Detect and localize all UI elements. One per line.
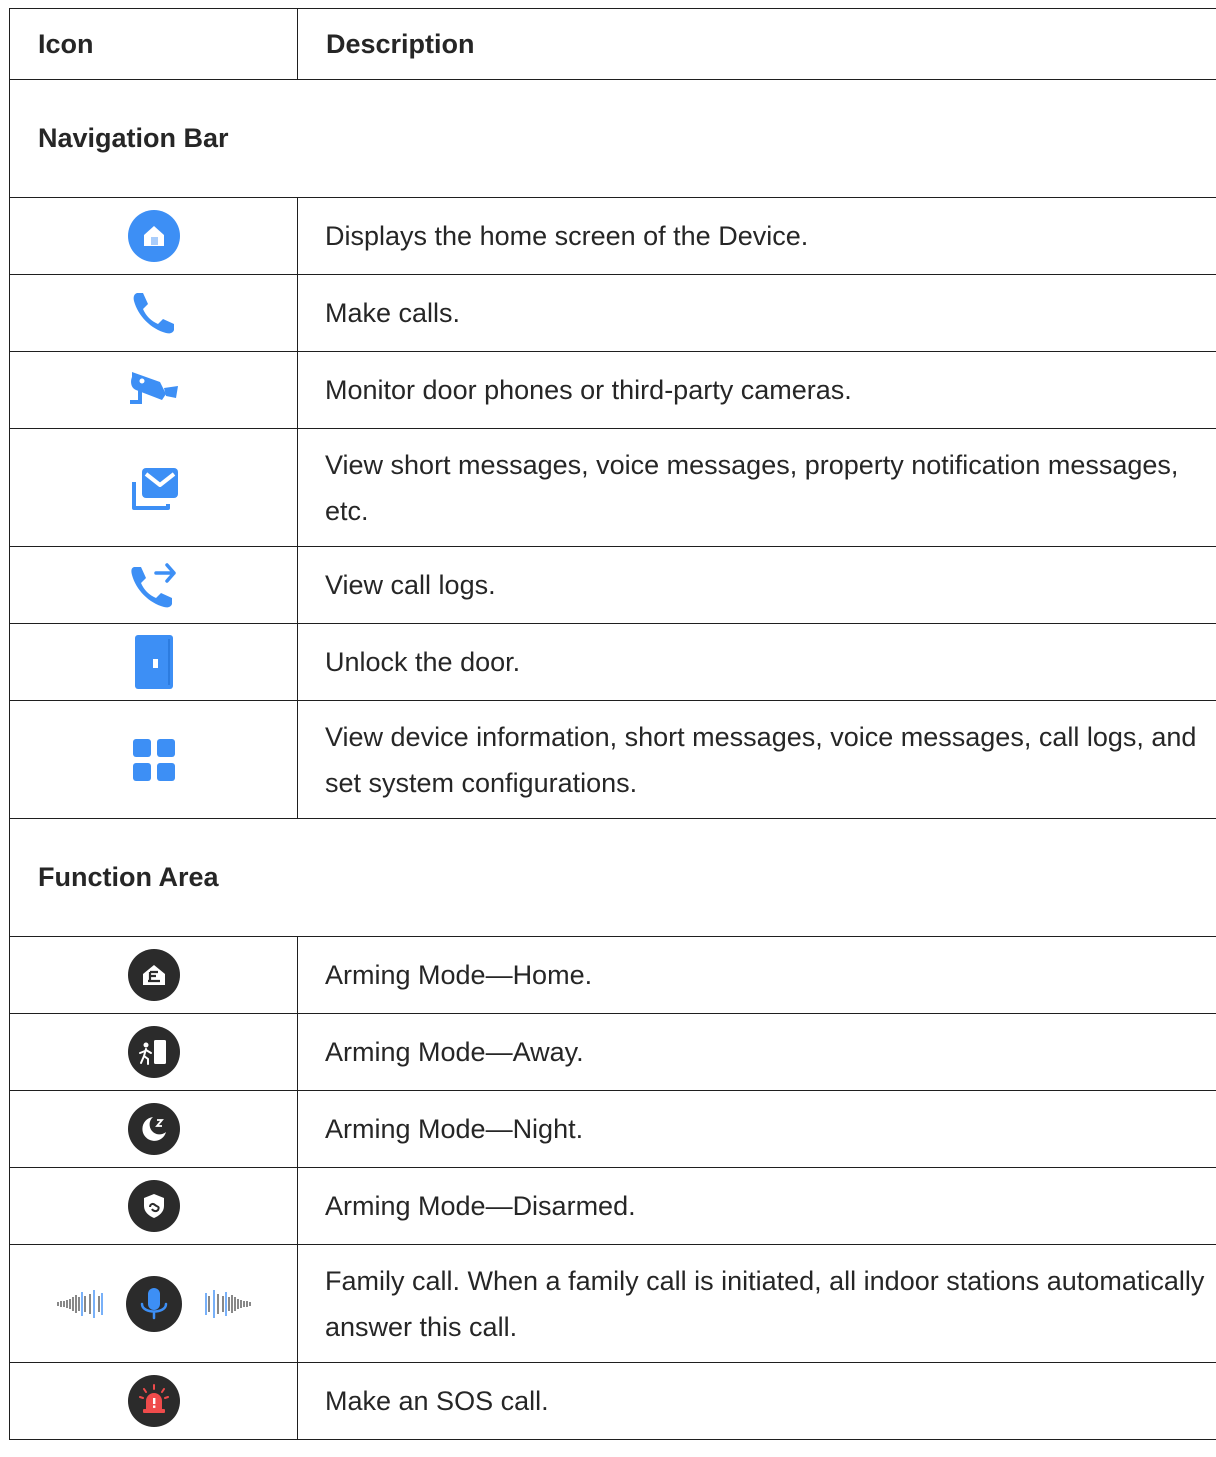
arming-home-icon: [126, 947, 182, 1003]
row-description: Monitor door phones or third-party camer…: [297, 351, 1216, 429]
table-row: View short messages, voice messages, pro…: [9, 428, 1216, 547]
table-row: View device information, short messages,…: [9, 700, 1216, 819]
table-row: Make an SOS call.: [9, 1362, 1216, 1440]
table-row: Arming Mode—Disarmed.: [9, 1167, 1216, 1245]
phone-call-icon: [129, 288, 179, 338]
table-row: Family call. When a family call is initi…: [9, 1244, 1216, 1363]
home-icon: [126, 208, 182, 264]
message-envelope-icon: [126, 462, 182, 514]
row-description: Arming Mode—Disarmed.: [297, 1167, 1216, 1245]
row-description: View short messages, voice messages, pro…: [297, 428, 1216, 547]
door-unlock-icon: [131, 633, 177, 691]
section-title: Navigation Bar: [9, 79, 1216, 198]
table-row: Arming Mode—Away.: [9, 1013, 1216, 1091]
row-description: Arming Mode—Home.: [297, 936, 1216, 1014]
table-row: Make calls.: [9, 274, 1216, 352]
table-row: Unlock the door.: [9, 623, 1216, 701]
arming-disarmed-icon: [126, 1178, 182, 1234]
table-row: Arming Mode—Home.: [9, 936, 1216, 1014]
table-header-row: Icon Description: [9, 8, 1216, 80]
row-description: Family call. When a family call is initi…: [297, 1244, 1216, 1363]
table-row: Displays the home screen of the Device.: [9, 197, 1216, 275]
arming-away-icon: [126, 1024, 182, 1080]
family-call-microphone-icon: [54, 1274, 254, 1334]
row-description: View call logs.: [297, 546, 1216, 624]
table-row: Arming Mode—Night.: [9, 1090, 1216, 1168]
row-description: Arming Mode—Away.: [297, 1013, 1216, 1091]
table-row: View call logs.: [9, 546, 1216, 624]
sos-alarm-icon: [126, 1373, 182, 1429]
icon-description-table: Icon Description Navigation Bar Displays…: [9, 8, 1216, 1440]
row-description: Make calls.: [297, 274, 1216, 352]
table-row: Monitor door phones or third-party camer…: [9, 351, 1216, 429]
arming-night-icon: [126, 1101, 182, 1157]
row-description: Make an SOS call.: [297, 1362, 1216, 1440]
row-description: Arming Mode—Night.: [297, 1090, 1216, 1168]
header-icon: Icon: [9, 8, 298, 80]
grid-menu-icon: [131, 737, 177, 783]
row-description: Displays the home screen of the Device.: [297, 197, 1216, 275]
row-description: View device information, short messages,…: [297, 700, 1216, 819]
surveillance-camera-icon: [126, 366, 182, 414]
header-description: Description: [297, 8, 1216, 80]
section-row-function-area: Function Area: [9, 818, 1216, 937]
section-title: Function Area: [9, 818, 1216, 937]
row-description: Unlock the door.: [297, 623, 1216, 701]
section-row-navigation-bar: Navigation Bar: [9, 79, 1216, 198]
call-log-icon: [128, 559, 180, 611]
